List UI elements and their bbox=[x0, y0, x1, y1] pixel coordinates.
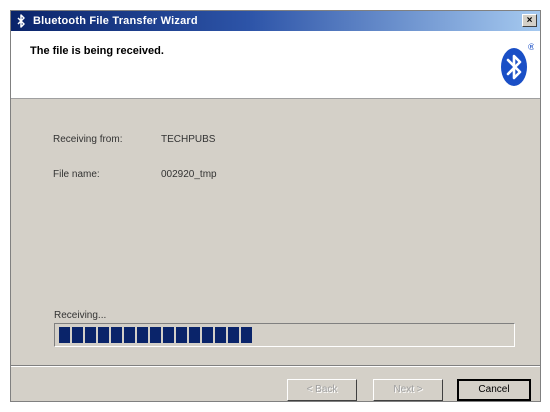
svg-text:®: ® bbox=[527, 43, 534, 53]
title-bar[interactable]: Bluetooth File Transfer Wizard × bbox=[11, 11, 540, 31]
back-button[interactable]: < Back bbox=[287, 379, 357, 401]
file-name-value: 002920_tmp bbox=[161, 169, 217, 180]
page-title: The file is being received. bbox=[30, 45, 164, 57]
close-button[interactable]: × bbox=[522, 14, 537, 27]
receiving-from-value: TECHPUBS bbox=[161, 134, 216, 145]
next-button[interactable]: Next > bbox=[373, 379, 443, 401]
wizard-header: The file is being received. ® bbox=[11, 31, 540, 99]
cancel-button[interactable]: Cancel bbox=[457, 379, 531, 401]
progress-status-label: Receiving... bbox=[54, 310, 107, 321]
bluetooth-icon bbox=[17, 14, 25, 28]
progress-bar bbox=[54, 323, 515, 347]
bluetooth-logo-icon: ® bbox=[501, 43, 534, 86]
progress-fill bbox=[59, 327, 253, 343]
receiving-from-label: Receiving from: bbox=[53, 134, 123, 145]
button-area-divider bbox=[11, 365, 540, 367]
file-name-label: File name: bbox=[53, 169, 100, 180]
bluetooth-file-transfer-wizard-window: Bluetooth File Transfer Wizard × The fil… bbox=[10, 10, 541, 402]
window-title: Bluetooth File Transfer Wizard bbox=[33, 15, 198, 27]
